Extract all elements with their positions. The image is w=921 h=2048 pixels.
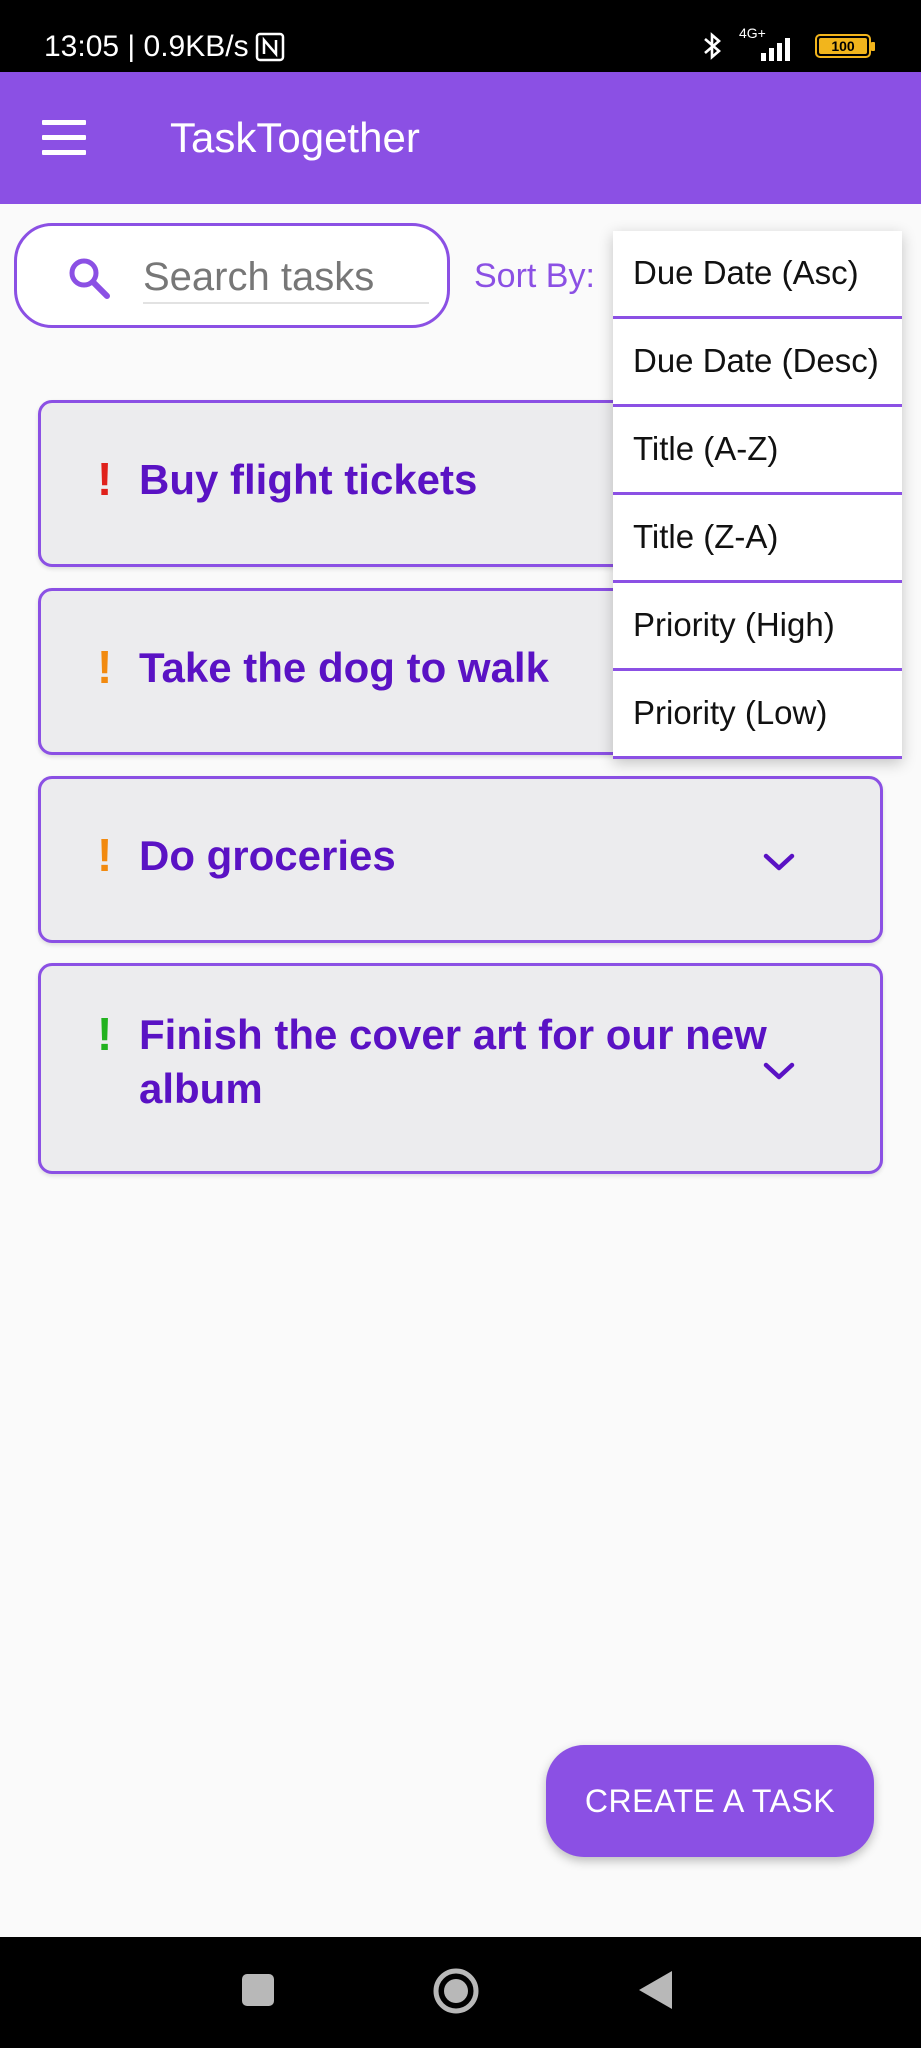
sort-option-title-a-z[interactable]: Title (A-Z) xyxy=(613,407,902,495)
search-icon xyxy=(69,258,110,299)
chevron-down-icon[interactable] xyxy=(762,1060,796,1082)
app-bar: TaskTogether xyxy=(0,72,921,204)
create-task-button[interactable]: CREATE A TASK xyxy=(546,1745,874,1857)
status-left: 13:05 | 0.9KB/s xyxy=(44,28,285,66)
battery-icon: 100 xyxy=(815,34,875,58)
battery-level: 100 xyxy=(819,38,867,54)
priority-medium-icon: ! xyxy=(97,641,113,693)
nfc-icon xyxy=(255,32,284,62)
back-icon[interactable] xyxy=(636,1969,674,2011)
sort-option-due-date-asc[interactable]: Due Date (Asc) xyxy=(613,231,902,319)
status-bar: 13:05 | 0.9KB/s 4G+ 100 xyxy=(0,0,921,72)
search-box[interactable] xyxy=(14,223,450,328)
task-card[interactable]: ! Do groceries xyxy=(38,776,883,943)
signal-icon: 4G+ xyxy=(739,25,799,65)
sort-option-priority-low[interactable]: Priority (Low) xyxy=(613,671,902,759)
task-card[interactable]: ! Finish the cover art for our new album xyxy=(38,963,883,1174)
menu-icon[interactable] xyxy=(42,120,88,155)
chevron-down-icon[interactable] xyxy=(762,851,796,873)
app-title: TaskTogether xyxy=(170,114,420,161)
recents-icon[interactable] xyxy=(241,1973,275,2007)
priority-low-icon: ! xyxy=(97,1008,113,1060)
sort-by-label: Sort By: xyxy=(474,257,595,295)
priority-high-icon: ! xyxy=(97,453,113,505)
system-nav-bar xyxy=(0,1937,921,2048)
sort-option-priority-high[interactable]: Priority (High) xyxy=(613,583,902,671)
status-time-speed: 13:05 | 0.9KB/s xyxy=(44,30,249,63)
priority-medium-icon: ! xyxy=(97,829,113,881)
home-icon[interactable] xyxy=(432,1967,480,2015)
sort-option-due-date-desc[interactable]: Due Date (Desc) xyxy=(613,319,902,407)
status-right: 4G+ 100 xyxy=(695,25,875,66)
bluetooth-icon xyxy=(704,32,721,60)
task-title: Do groceries xyxy=(139,832,396,879)
search-input[interactable] xyxy=(143,252,429,304)
sort-dropdown-menu: Due Date (Asc) Due Date (Desc) Title (A-… xyxy=(613,231,902,759)
task-title: Finish the cover art for our new album xyxy=(139,1011,767,1112)
sort-option-title-z-a[interactable]: Title (Z-A) xyxy=(613,495,902,583)
